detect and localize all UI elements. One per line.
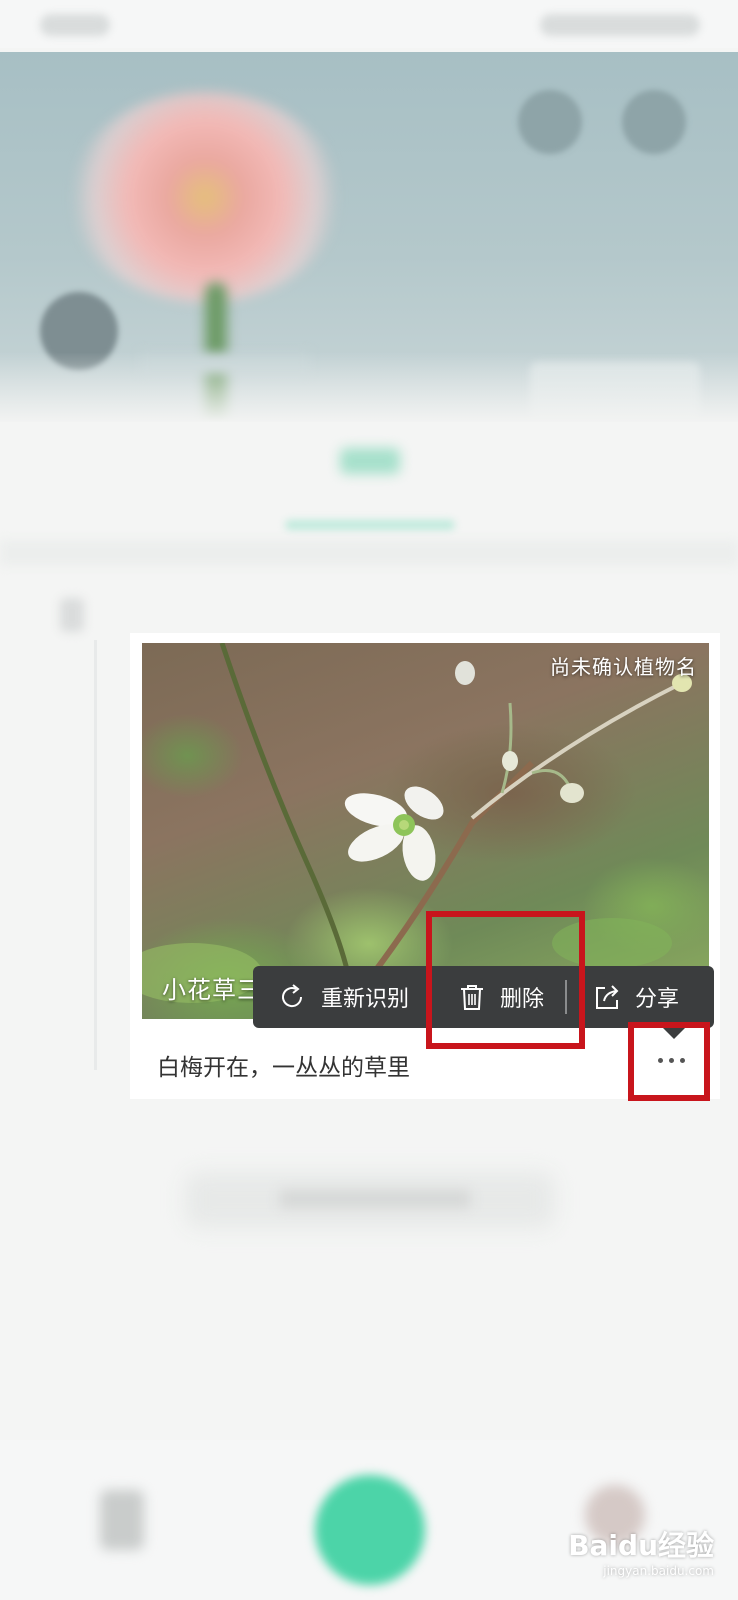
menu-item-reidentify[interactable]: 重新识别 (253, 966, 430, 1028)
avatar[interactable] (40, 292, 118, 370)
username-blurred (140, 352, 310, 374)
timeline-date-blurred (60, 598, 84, 632)
delete-highlight-box (426, 911, 585, 1049)
status-icons-blurred (540, 14, 700, 36)
plant-name-label: 小花草三 (162, 976, 262, 1004)
watermark-url: jingyan.baidu.com (603, 1564, 714, 1578)
timeline-line (94, 640, 97, 1070)
unconfirmed-name-badge: 尚未确认植物名 (550, 655, 697, 679)
load-more-label-blurred (280, 1190, 470, 1208)
tab-underline (285, 520, 455, 530)
more-button-highlight-box (628, 1022, 710, 1101)
header-pill-button[interactable] (530, 362, 700, 420)
tab-active-blurred[interactable] (340, 448, 400, 474)
status-bar (0, 0, 738, 48)
header-flower-image (70, 92, 340, 302)
header-settings-icon[interactable] (622, 90, 686, 154)
menu-item-share-label: 分享 (635, 987, 680, 1012)
header-action-icon[interactable] (518, 90, 582, 154)
refresh-icon (282, 984, 303, 1008)
status-time-blurred (40, 14, 110, 36)
header-flower-stem (205, 282, 227, 422)
camera-fab-button[interactable] (315, 1475, 425, 1585)
share-icon (596, 985, 619, 1009)
section-divider (0, 540, 738, 566)
baidu-watermark: Baidu经验 jingyan.baidu.com (568, 1524, 714, 1578)
nav-home-icon[interactable] (100, 1490, 144, 1550)
watermark-logo-text: Baidu经验 (568, 1529, 714, 1562)
post-caption: 白梅开在，一丛丛的草里 (157, 1055, 410, 1081)
menu-item-reidentify-label: 重新识别 (321, 987, 410, 1012)
profile-header (0, 52, 738, 422)
